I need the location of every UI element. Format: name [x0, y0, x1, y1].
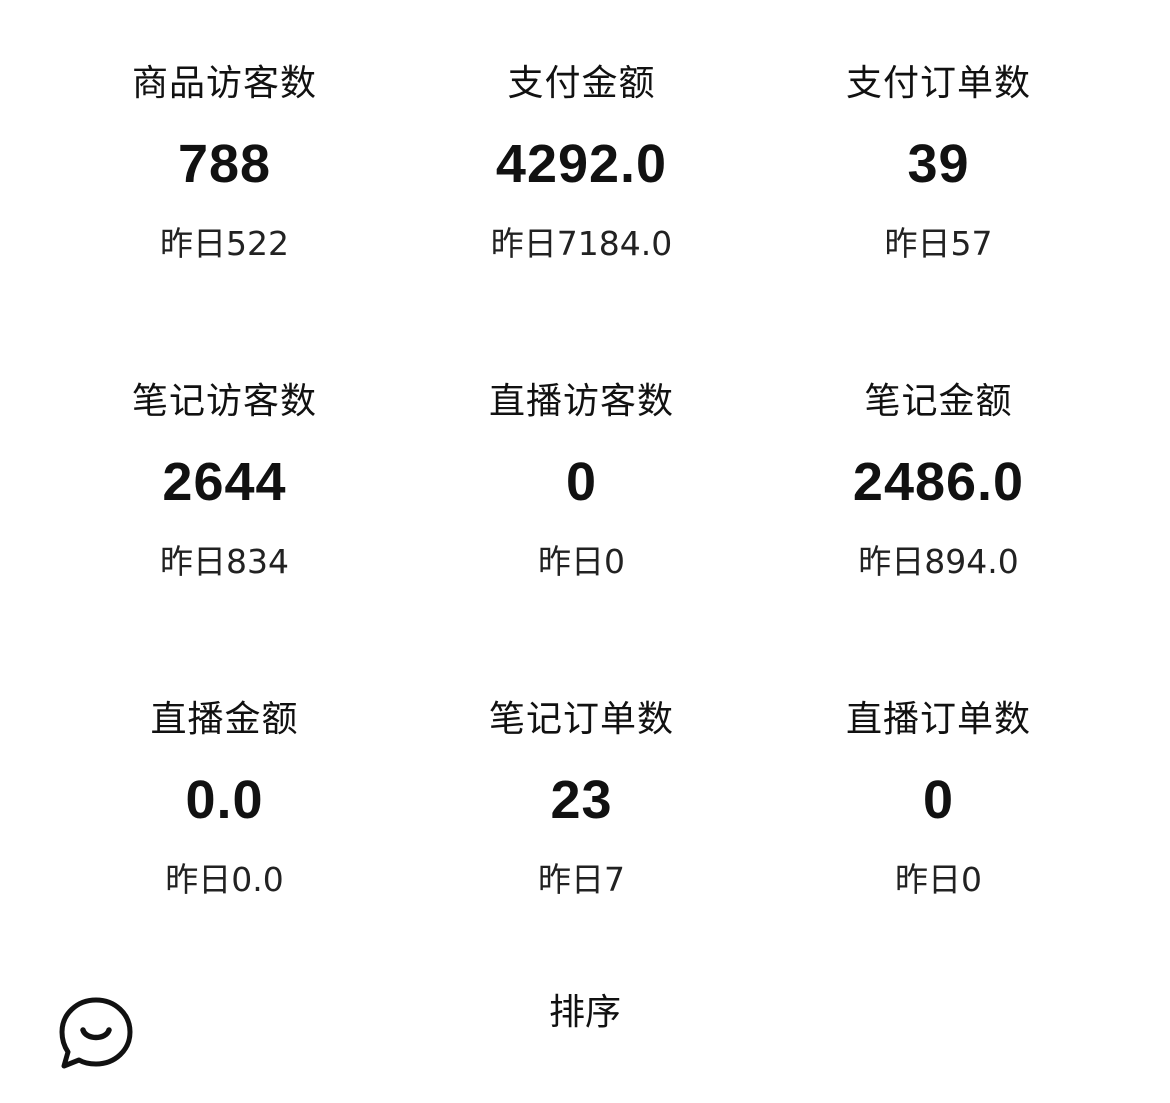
stat-value: 2644 [162, 452, 287, 512]
stat-label: 商品访客数 [131, 63, 317, 104]
stat-yesterday: 昨日7 [538, 860, 625, 899]
stat-value: 39 [907, 134, 970, 194]
stat-payment-amount: 支付金额 4292.0 昨日7184.0 [403, 54, 760, 372]
stat-live-orders: 直播订单数 0 昨日0 [760, 690, 1117, 1008]
stat-label: 直播金额 [150, 699, 299, 740]
stat-yesterday: 昨日0.0 [165, 860, 284, 899]
stat-value: 23 [550, 770, 613, 830]
chat-bubble-smile-icon [59, 997, 133, 1069]
stat-value: 788 [177, 134, 272, 194]
stat-label: 直播访客数 [488, 381, 674, 422]
stat-yesterday: 昨日894.0 [858, 542, 1019, 581]
stat-yesterday: 昨日0 [538, 542, 625, 581]
stat-label: 支付订单数 [845, 63, 1031, 104]
stat-live-visitors: 直播访客数 0 昨日0 [403, 372, 760, 690]
stat-note-orders: 笔记订单数 23 昨日7 [403, 690, 760, 1008]
stat-yesterday: 昨日0 [895, 860, 982, 899]
stat-label: 笔记订单数 [488, 699, 674, 740]
stat-value: 0 [565, 452, 598, 512]
stat-note-amount: 笔记金额 2486.0 昨日894.0 [760, 372, 1117, 690]
stat-yesterday: 昨日57 [884, 224, 993, 263]
stat-label: 笔记访客数 [131, 381, 317, 422]
stat-label: 支付金额 [507, 63, 656, 104]
chat-button[interactable] [56, 996, 136, 1072]
stat-value: 2486.0 [852, 452, 1025, 512]
stat-payment-orders: 支付订单数 39 昨日57 [760, 54, 1117, 372]
stat-label: 笔记金额 [864, 381, 1013, 422]
stat-live-amount: 直播金额 0.0 昨日0.0 [46, 690, 403, 1008]
stat-product-visitors: 商品访客数 788 昨日522 [46, 54, 403, 372]
stat-value: 0.0 [185, 770, 264, 830]
stat-value: 0 [922, 770, 955, 830]
stat-note-visitors: 笔记访客数 2644 昨日834 [46, 372, 403, 690]
stats-grid: 商品访客数 788 昨日522 支付金额 4292.0 昨日7184.0 支付订… [46, 54, 1118, 1008]
stat-yesterday: 昨日522 [160, 224, 289, 263]
stat-yesterday: 昨日834 [160, 542, 289, 581]
stat-label: 直播订单数 [845, 699, 1031, 740]
stat-value: 4292.0 [495, 134, 668, 194]
stat-yesterday: 昨日7184.0 [490, 224, 673, 263]
sort-button[interactable]: 排序 [535, 985, 635, 1041]
